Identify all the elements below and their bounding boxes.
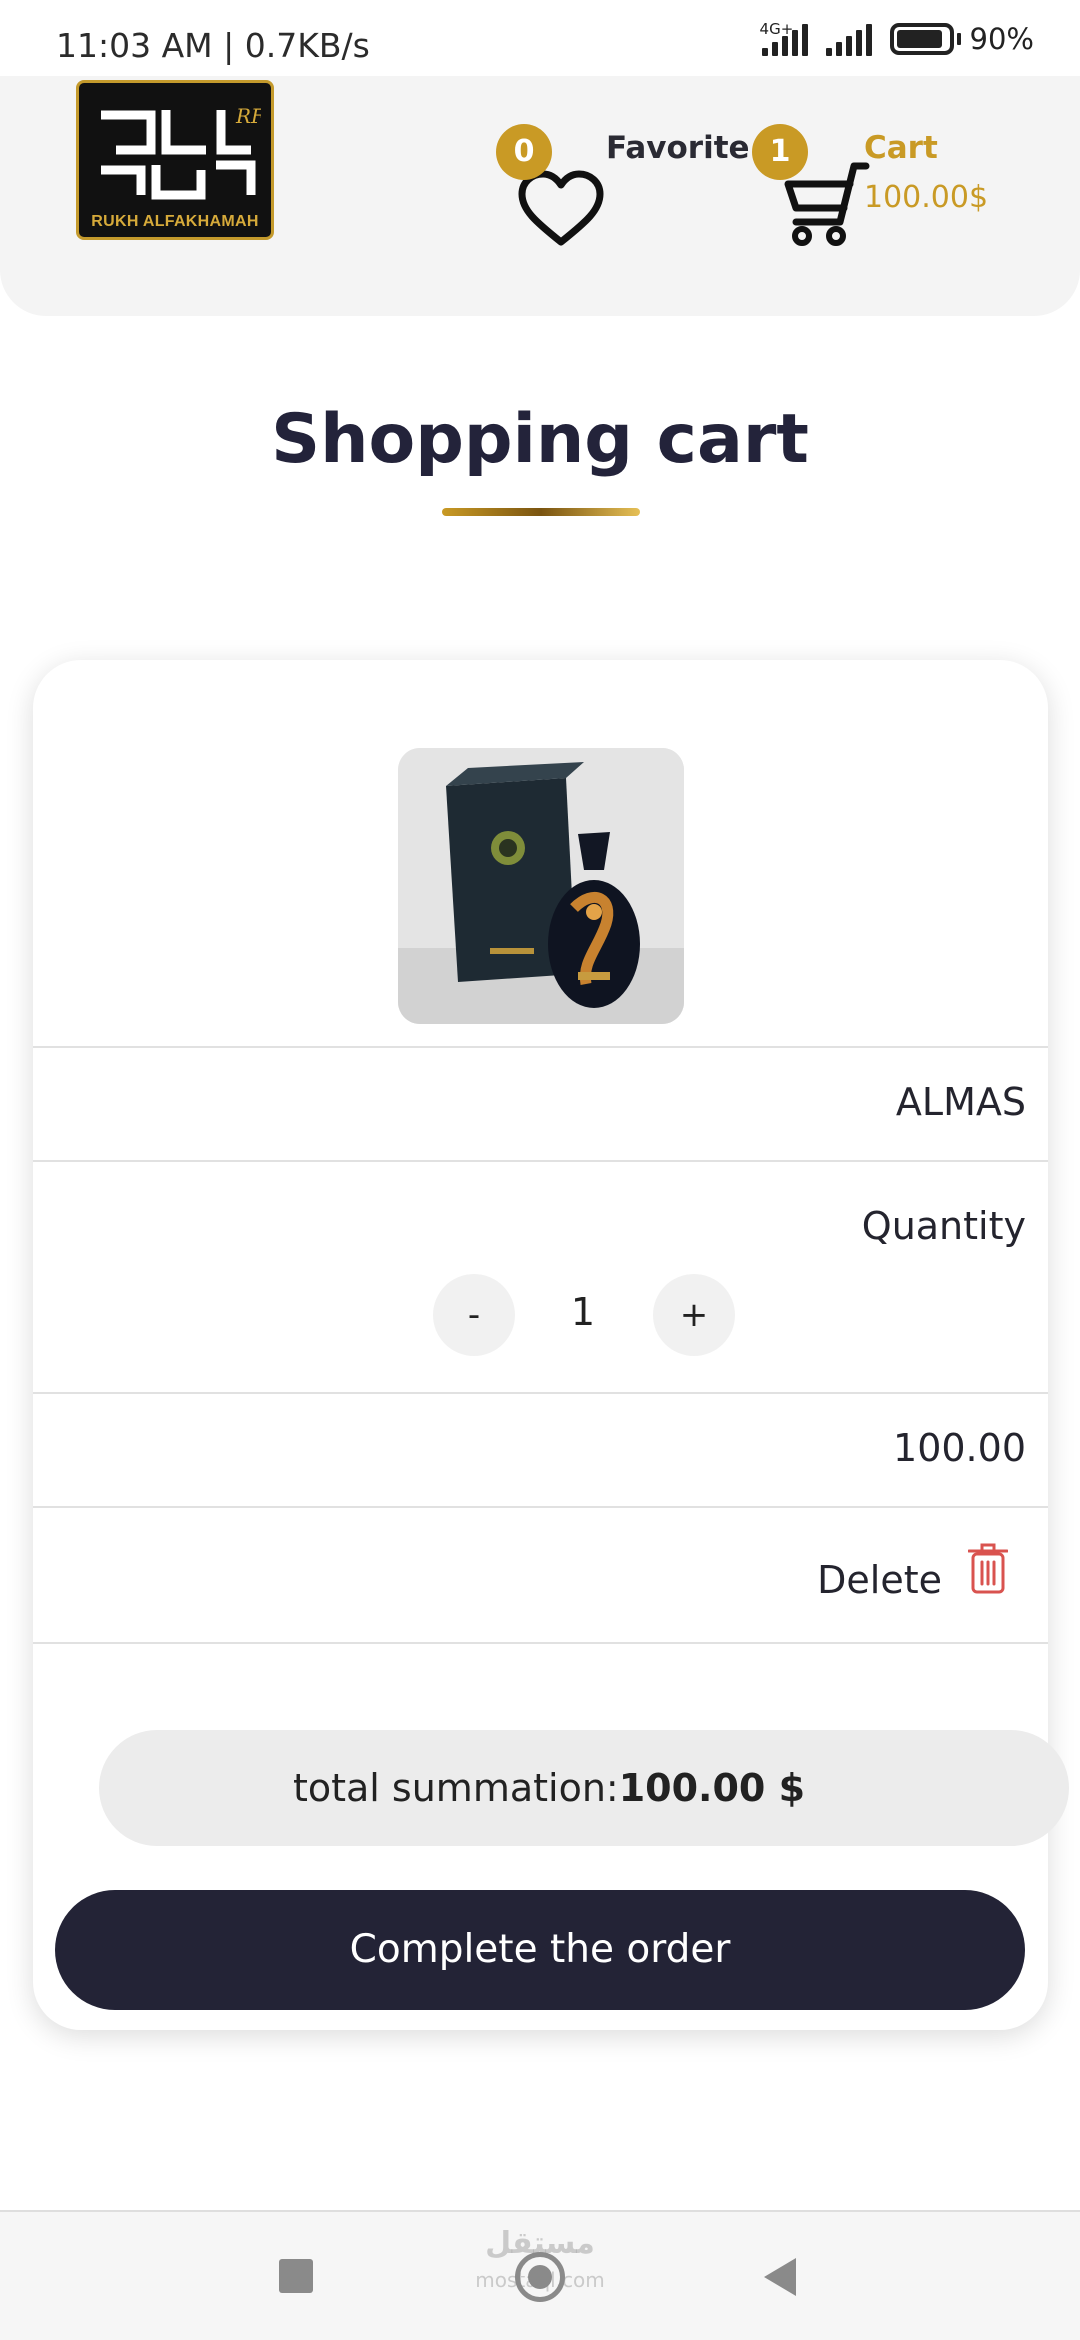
divider	[33, 1506, 1048, 1508]
product-name: ALMAS	[895, 1080, 1026, 1124]
cart-button[interactable]: 1 Cart 100.00$	[752, 120, 1012, 260]
favorite-button[interactable]: 0 Favorite	[496, 120, 756, 250]
heart-icon	[518, 170, 604, 246]
divider	[33, 1046, 1048, 1048]
quantity-label: Quantity	[861, 1204, 1026, 1248]
battery-percent: 90%	[969, 22, 1034, 56]
recents-icon[interactable]	[279, 2259, 313, 2293]
favorite-label: Favorite	[606, 130, 750, 166]
app-header: RF RUKH ALFAKHAMAH 0 Favorite 1 Cart 100…	[0, 76, 1080, 316]
quantity-increase-button[interactable]: +	[653, 1274, 735, 1356]
item-price: 100.00	[893, 1426, 1026, 1470]
home-icon[interactable]	[515, 2252, 565, 2302]
cart-count-badge: 1	[752, 124, 808, 180]
perfume-bottle-image	[398, 748, 684, 1024]
cart-item-card: ALMAS Quantity - 1 + 100.00 Delete total…	[33, 660, 1069, 2030]
brand-logo[interactable]: RF RUKH ALFAKHAMAH	[76, 80, 274, 240]
cart-total: 100.00$	[864, 180, 989, 215]
signal-icon	[825, 22, 872, 56]
delete-button[interactable]: Delete	[817, 1558, 942, 1602]
status-time: 11:03 AM | 0.7KB/s	[56, 26, 370, 65]
trash-icon[interactable]	[968, 1542, 1008, 1594]
quantity-value: 1	[570, 1290, 596, 1334]
quantity-decrease-button[interactable]: -	[433, 1274, 515, 1356]
battery-icon: 90%	[889, 22, 1034, 56]
status-bar: 11:03 AM | 0.7KB/s 4G+ 90%	[0, 0, 1080, 76]
total-label: total summation:	[292, 1766, 619, 1810]
divider	[33, 1642, 1048, 1644]
product-image[interactable]	[398, 748, 684, 1024]
divider	[33, 1392, 1048, 1394]
title-underline	[442, 508, 640, 516]
total-value: 100.00 $	[618, 1766, 806, 1810]
logo-text: RUKH ALFAKHAMAH	[91, 213, 259, 230]
complete-order-button[interactable]: Complete the order	[55, 1890, 1025, 2010]
system-navigation-bar: مستقل mostaql.com	[0, 2210, 1080, 2340]
total-summary: total summation:100.00 $	[99, 1730, 1069, 1846]
divider	[33, 1160, 1048, 1162]
page-title: Shopping cart	[271, 400, 809, 479]
back-icon[interactable]	[764, 2258, 796, 2296]
status-icons: 4G+ 90%	[759, 20, 1034, 56]
signal-icon-4g: 4G+	[759, 20, 808, 56]
cart-label: Cart	[864, 130, 938, 166]
svg-text:RF: RF	[235, 104, 261, 128]
logo-calligraphy-icon: RF	[101, 104, 261, 200]
favorite-count-badge: 0	[496, 124, 552, 180]
network-type: 4G+	[759, 20, 794, 38]
